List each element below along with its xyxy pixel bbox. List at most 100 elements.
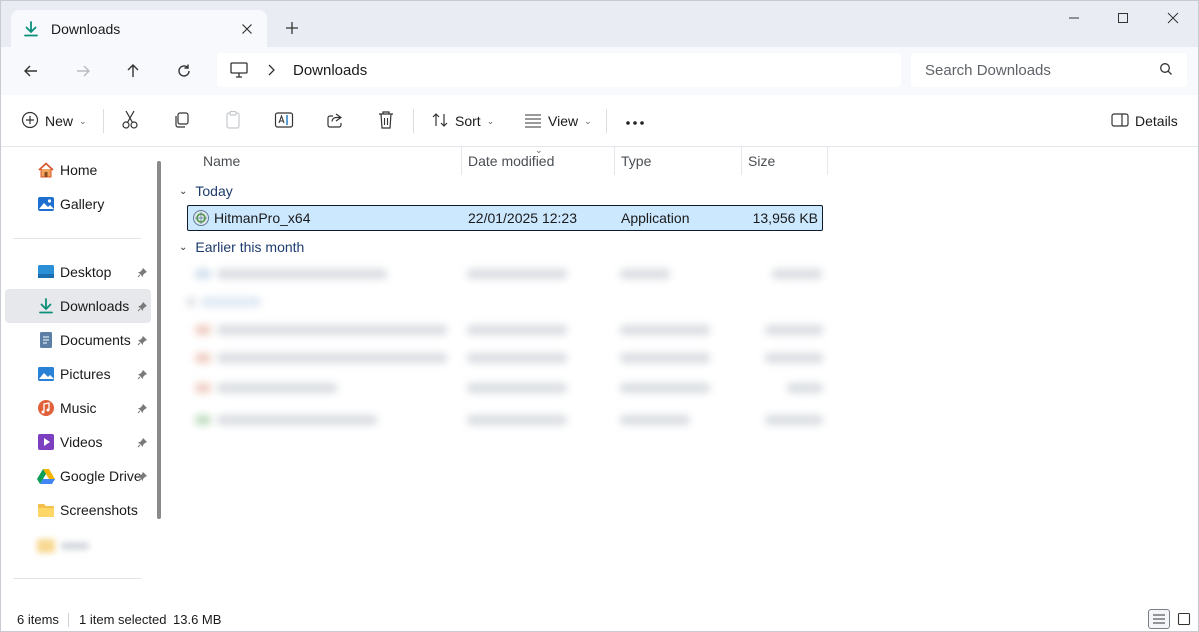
tiles-view-toggle[interactable] [1173, 609, 1195, 629]
view-button[interactable]: View ⌄ [524, 107, 592, 135]
sort-icon [431, 111, 449, 132]
music-icon [37, 399, 55, 417]
column-header-type[interactable]: Type [621, 147, 651, 175]
sort-label: Sort [455, 113, 481, 129]
sidebar-item-desktop[interactable]: Desktop [5, 255, 151, 289]
divider [413, 109, 414, 133]
rename-icon [274, 110, 294, 133]
divider [13, 238, 141, 239]
copy-icon [173, 111, 191, 132]
view-label: View [548, 113, 579, 129]
copy-button[interactable] [173, 107, 191, 135]
file-list: Name ⌄ Date modified Type Size ⌄ Today H… [167, 145, 1198, 607]
chevron-right-icon[interactable] [267, 64, 279, 76]
search-icon[interactable] [1159, 62, 1173, 79]
pin-icon [137, 334, 149, 346]
blurred-row [187, 347, 827, 369]
details-pane-icon [1111, 112, 1129, 131]
group-header-earlier-this-month[interactable]: ⌄ Earlier this month [179, 236, 304, 258]
column-header-size[interactable]: Size [748, 147, 775, 175]
sidebar-item-music[interactable]: Music [5, 391, 151, 425]
google-drive-icon [37, 467, 55, 485]
sidebar-scrollbar[interactable] [157, 161, 161, 519]
command-bar: New ⌄ Sort ⌄ View ⌄ Details [1, 95, 1198, 147]
search-box[interactable] [911, 53, 1187, 87]
address-bar[interactable]: Downloads [217, 53, 901, 87]
sidebar-item-videos[interactable]: Videos [5, 425, 151, 459]
divider[interactable] [614, 147, 615, 175]
column-header-date[interactable]: Date modified [468, 147, 554, 175]
download-icon [37, 297, 55, 315]
pin-icon [137, 402, 149, 414]
rename-button[interactable] [274, 107, 294, 135]
file-type: Application [621, 210, 690, 226]
column-header-name[interactable]: Name [203, 147, 240, 175]
close-window-button[interactable] [1150, 7, 1196, 29]
breadcrumb-downloads[interactable]: Downloads [293, 62, 367, 79]
chevron-down-icon: ⌄ [79, 115, 87, 126]
sort-button[interactable]: Sort ⌄ [431, 107, 494, 135]
file-date: 22/01/2025 12:23 [468, 210, 577, 226]
minimize-button[interactable] [1051, 7, 1097, 29]
gallery-icon [37, 195, 55, 213]
pin-icon [137, 266, 149, 278]
close-icon[interactable] [237, 19, 257, 39]
maximize-button[interactable] [1100, 7, 1146, 29]
paste-button[interactable] [224, 107, 242, 135]
sidebar-item-gallery[interactable]: Gallery [5, 187, 151, 221]
share-button[interactable] [326, 107, 344, 135]
file-name: HitmanPro_x64 [214, 210, 311, 226]
search-input[interactable] [925, 61, 1159, 79]
sidebar-item-screenshots[interactable]: Screenshots [5, 493, 151, 527]
details-label: Details [1135, 113, 1178, 129]
selection-size: 13.6 MB [173, 612, 222, 627]
divider[interactable] [827, 147, 828, 175]
more-options-button[interactable] [625, 107, 645, 135]
sidebar-item-pictures[interactable]: Pictures [5, 357, 151, 391]
chevron-down-icon: ⌄ [584, 115, 592, 126]
item-count: 6 items [17, 612, 59, 627]
divider [103, 109, 104, 133]
pin-icon [137, 368, 149, 380]
clipboard-icon [224, 110, 242, 133]
tab-title: Downloads [51, 20, 121, 37]
forward-button[interactable] [68, 57, 98, 85]
divider [68, 613, 69, 627]
table-row[interactable]: HitmanPro_x64 22/01/2025 12:23 Applicati… [187, 205, 823, 231]
home-icon [37, 161, 55, 179]
sidebar-item-home[interactable]: Home [5, 153, 151, 187]
group-header-today[interactable]: ⌄ Today [179, 180, 233, 202]
selection-count: 1 item selected [79, 612, 167, 627]
cut-button[interactable] [121, 107, 139, 135]
new-button[interactable]: New ⌄ [21, 107, 87, 135]
refresh-button[interactable] [169, 57, 199, 85]
divider[interactable] [741, 147, 742, 175]
share-icon [326, 111, 344, 132]
divider[interactable] [461, 147, 462, 175]
delete-button[interactable] [377, 107, 395, 135]
pin-icon [137, 436, 149, 448]
download-icon [21, 19, 41, 39]
file-explorer-window: Downloads Downloads Search Downloads New… [0, 0, 1199, 632]
blurred-row [187, 409, 827, 431]
videos-icon [37, 433, 55, 451]
tab-downloads[interactable]: Downloads [11, 10, 267, 47]
back-button[interactable] [16, 57, 46, 85]
ellipsis-icon [625, 113, 645, 129]
divider [13, 578, 141, 579]
blurred-row [187, 377, 827, 399]
details-pane-button[interactable]: Details [1111, 107, 1178, 135]
blurred-row [187, 319, 827, 341]
new-tab-button[interactable] [281, 17, 303, 39]
sidebar-item-google-drive[interactable]: Google Drive [5, 459, 151, 493]
details-view-toggle[interactable] [1148, 609, 1170, 629]
application-icon [192, 206, 210, 230]
chevron-down-icon: ⌄ [486, 115, 495, 126]
sidebar-item-documents[interactable]: Documents [5, 323, 151, 357]
trash-icon [377, 110, 395, 133]
sidebar-item-downloads[interactable]: Downloads [5, 289, 151, 323]
list-view-icon [524, 112, 542, 131]
navigation-bar: Downloads [1, 47, 1198, 95]
blurred-folder [37, 537, 93, 555]
up-button[interactable] [118, 57, 148, 85]
